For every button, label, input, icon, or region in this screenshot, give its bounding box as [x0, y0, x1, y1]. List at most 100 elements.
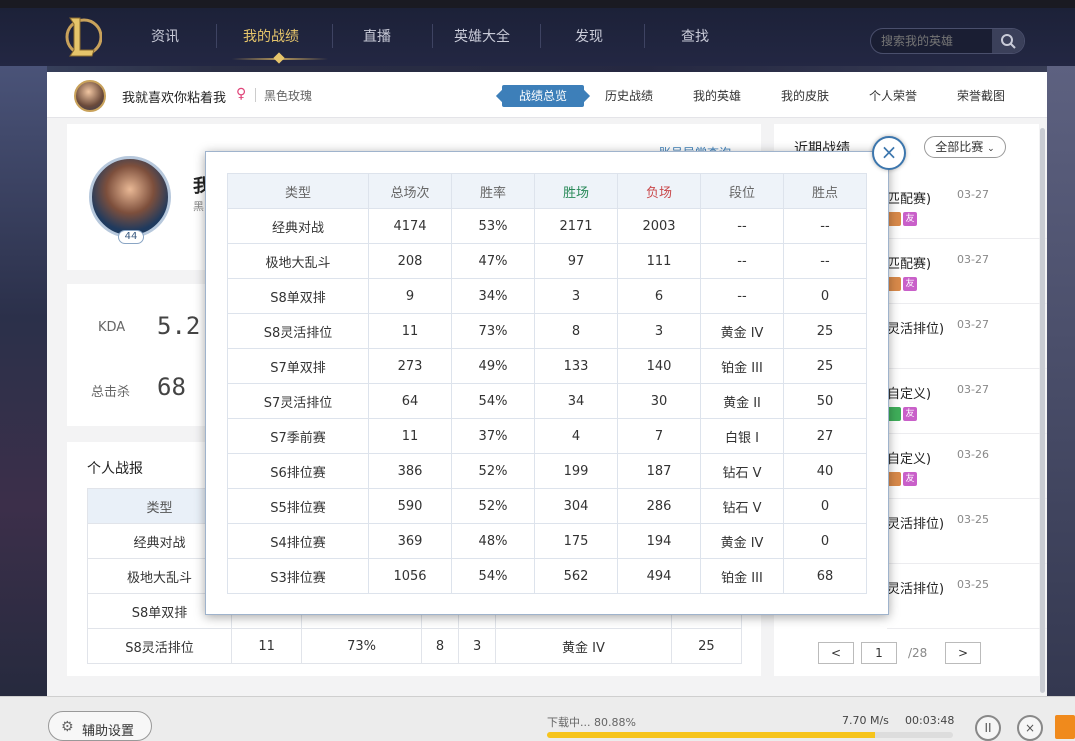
cell-type: S8单双排 — [227, 278, 369, 314]
list-item[interactable]: 匹配赛) 03-27 友 — [887, 239, 1047, 304]
match-type: 匹配赛) — [887, 257, 932, 272]
list-item[interactable]: 灵活排位) 03-25 — [887, 564, 1047, 629]
divider — [255, 88, 256, 102]
tab-overview-label: 战绩总览 — [518, 89, 567, 103]
search-icon — [1001, 34, 1016, 49]
cell-rate: 52% — [451, 453, 535, 489]
nav-discover[interactable]: 发现 — [544, 26, 634, 46]
cell-type: 经典对战 — [227, 208, 369, 244]
cell-rate: 34% — [451, 278, 535, 314]
list-item[interactable]: 自定义) 03-26 友 — [887, 434, 1047, 499]
cell-points: -- — [783, 243, 867, 279]
cell-win: 199 — [534, 453, 618, 489]
gift-icon[interactable] — [1055, 715, 1075, 739]
match-date: 03-26 — [957, 448, 989, 461]
nav-search[interactable]: 查找 — [650, 26, 740, 46]
tab-honor-screenshots[interactable]: 荣誉截图 — [957, 87, 1005, 104]
table-row: S4排位赛 369 48% 175 194 黄金 IV 0 — [227, 523, 867, 559]
match-type: 灵活排位) — [887, 582, 945, 597]
table-row: S7季前赛 11 37% 4 7 白银 I 27 — [227, 418, 867, 454]
close-modal-button[interactable]: × — [872, 136, 906, 170]
result-badge — [887, 472, 901, 486]
cell-rank: 黄金 IV — [700, 313, 784, 349]
cell-type: S8灵活排位 — [87, 628, 232, 664]
list-item[interactable]: 自定义) 03-27 友 — [887, 369, 1047, 434]
cell-win: 3 — [534, 278, 618, 314]
pause-button[interactable]: II — [975, 715, 1001, 741]
cancel-download-button[interactable]: × — [1017, 715, 1043, 741]
match-date: 03-25 — [957, 578, 989, 591]
cell-lose: 3 — [458, 628, 497, 664]
cell-lose: 6 — [617, 278, 701, 314]
match-type: 匹配赛) — [887, 192, 932, 207]
table-row: S5排位赛 590 52% 304 286 钻石 V0 — [227, 488, 867, 524]
overview-table: 类型 总场次 胜率 胜场 负场 段位 胜点 经典对战 4174 53% 2171 200… — [227, 173, 867, 594]
prev-page-button[interactable]: < — [818, 642, 854, 664]
kda-label: KDA — [98, 320, 126, 335]
nav-heroes[interactable]: 英雄大全 — [437, 26, 527, 46]
cell-rate: 73% — [451, 313, 535, 349]
cell-total: 1056 — [368, 558, 452, 594]
profile-avatar[interactable] — [89, 156, 171, 238]
overview-modal: 类型 总场次 胜率 胜场 负场 段位 胜点 经典对战 4174 53% 2171 200… — [205, 151, 889, 615]
report-title: 个人战报 — [87, 461, 143, 477]
lol-logo-icon[interactable] — [62, 14, 102, 60]
cell-win: 97 — [534, 243, 618, 279]
hero-search-input[interactable] — [881, 33, 991, 49]
cell-total: 386 — [368, 453, 452, 489]
table-header-row: 类型 总场次 胜率 胜场 负场 段位 胜点 — [227, 173, 867, 209]
cell-win: 562 — [534, 558, 618, 594]
cell-rank: 钻石 V — [700, 453, 784, 489]
page-number-input[interactable]: 1 — [861, 642, 897, 664]
list-item[interactable]: 灵活排位) 03-25 — [887, 499, 1047, 564]
nav-separator — [644, 24, 645, 48]
nav-live[interactable]: 直播 — [332, 26, 422, 46]
cell-lose: 2003 — [617, 208, 701, 244]
nav-my-record[interactable]: 我的战绩 — [226, 26, 316, 46]
friend-badge: 友 — [903, 472, 917, 486]
friend-badge: 友 — [903, 277, 917, 291]
cell-win: 8 — [420, 628, 460, 664]
nav-separator — [432, 24, 433, 48]
header-rank: 段位 — [700, 173, 784, 209]
cell-type: S5排位赛 — [227, 488, 369, 524]
list-item[interactable]: 灵活排位) 03-27 — [887, 304, 1047, 369]
match-filter-dropdown[interactable]: 全部比赛 ⌄ — [924, 136, 1006, 158]
cell-points: 27 — [783, 418, 867, 454]
user-bar: 我就喜欢你粘着我 ♀ 黑色玫瑰 战绩总览 历史战绩 我的英雄 我的皮肤 个人荣誉… — [47, 72, 1047, 118]
tab-honors[interactable]: 个人荣誉 — [869, 87, 917, 104]
list-item[interactable]: 匹配赛) 03-27 友 — [887, 174, 1047, 239]
tab-my-heroes[interactable]: 我的英雄 — [693, 87, 741, 104]
cell-win: 304 — [534, 488, 618, 524]
cell-rate: 54% — [451, 558, 535, 594]
avatar[interactable] — [74, 80, 106, 112]
tab-overview[interactable]: 战绩总览 — [502, 85, 584, 107]
nav-news[interactable]: 资讯 — [120, 26, 210, 46]
table-row: S8灵活排位 11 73% 8 3 黄金 IV 25 — [87, 628, 743, 664]
cell-win: 8 — [534, 313, 618, 349]
chevron-down-icon: ⌄ — [987, 144, 995, 154]
kda-value: 5.2 — [157, 312, 201, 340]
server-name: 黑色玫瑰 — [264, 89, 313, 103]
assist-settings-button[interactable]: ⚙ 辅助设置 — [48, 711, 152, 741]
cell-points: 0 — [783, 523, 867, 559]
scrollbar[interactable] — [1040, 128, 1045, 693]
cell-lose: 140 — [617, 348, 701, 384]
level-badge: 44 — [118, 230, 144, 244]
cell-rank: -- — [700, 278, 784, 314]
background-art-left — [0, 66, 47, 696]
tab-history[interactable]: 历史战绩 — [605, 87, 653, 104]
match-type: 自定义) — [887, 387, 932, 402]
table-row: S3排位赛 1056 54% 562 494 铂金 III 68 — [227, 558, 867, 594]
next-page-button[interactable]: > — [945, 642, 981, 664]
cell-rank: -- — [700, 243, 784, 279]
table-row: S7灵活排位 64 54% 34 30 黄金 II 50 — [227, 383, 867, 419]
search-button[interactable] — [992, 29, 1024, 53]
kills-value: 68 — [157, 373, 186, 401]
cell-rank: 黄金 IV — [700, 523, 784, 559]
match-date: 03-27 — [957, 383, 989, 396]
gender-female-icon: ♀ — [236, 86, 247, 102]
tab-my-skins[interactable]: 我的皮肤 — [781, 87, 829, 104]
cell-rate: 73% — [301, 628, 422, 664]
cell-points: 50 — [783, 383, 867, 419]
